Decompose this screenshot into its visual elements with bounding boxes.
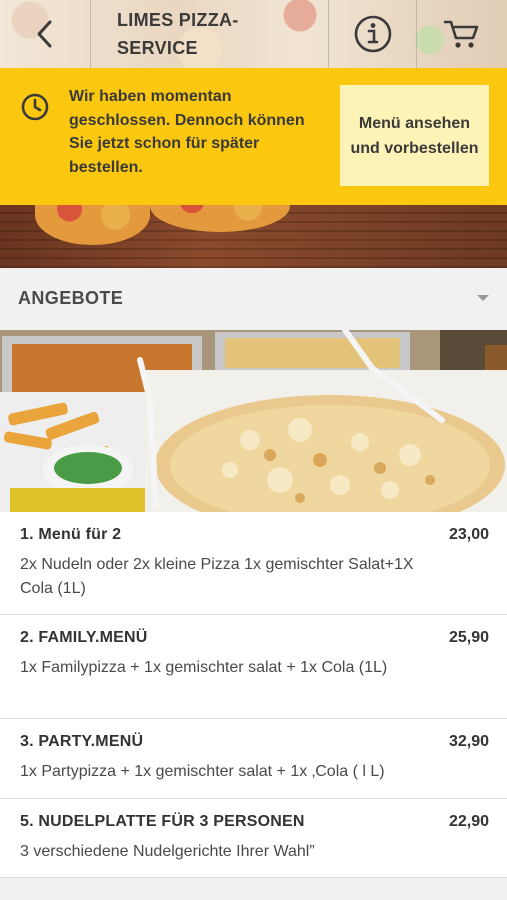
menu-item-price: 22,90 — [448, 813, 489, 830]
menu-item-price: 32,90 — [448, 733, 489, 750]
menu-item-description: 1x Familypizza + 1x gemischter salat + 1… — [20, 659, 388, 676]
menu-item[interactable]: 5. NUDELPLATTE FÜR 3 PERSONEN 22,90 3 ve… — [0, 799, 507, 878]
menu-item[interactable]: 1. Menü für 2 23,00 2x Nudeln oder 2x kl… — [0, 512, 507, 615]
caret-down-icon — [477, 295, 489, 301]
list-footer-spacer — [0, 878, 507, 900]
menu-item-name: 5. NUDELPLATTE FÜR 3 PERSONEN — [20, 813, 305, 830]
clock-icon — [21, 93, 49, 121]
restaurant-title-cell: LIMES PIZZA- SERVICE — [91, 0, 329, 68]
menu-item-price: 23,00 — [448, 526, 489, 543]
chevron-left-icon — [37, 20, 52, 48]
restaurant-title: LIMES PIZZA- SERVICE — [117, 10, 239, 58]
menu-item-description: 2x Nudeln oder 2x kleine Pizza 1x gemisc… — [20, 556, 414, 597]
menu-item-description: 3 verschiedene Nudelgerichte Ihrer Wahl” — [20, 843, 315, 860]
info-button[interactable] — [329, 0, 417, 68]
closed-notice-bar: Wir haben momentan geschlossen. Dennoch … — [0, 68, 507, 205]
info-icon — [354, 15, 391, 53]
menu-item-name: 1. Menü für 2 — [20, 526, 122, 543]
menu-item-name: 2. FAMILY.MENÜ — [20, 629, 148, 646]
category-photo — [0, 330, 507, 512]
view-menu-preorder-button[interactable]: Menü ansehen und vorbestellen — [340, 85, 489, 186]
menu-item-price: 25,90 — [448, 629, 489, 646]
category-label: ANGEBOTE — [18, 288, 124, 308]
menu-item[interactable]: 3. PARTY.MENÜ 32,90 1x Partypizza + 1x g… — [0, 719, 507, 799]
cart-icon — [443, 20, 479, 48]
restaurant-hero-image — [0, 205, 507, 268]
app-header: LIMES PIZZA- SERVICE — [0, 0, 507, 68]
category-photo-illustration — [0, 330, 507, 512]
cart-button[interactable] — [417, 0, 507, 68]
category-header-angebote[interactable]: ANGEBOTE — [0, 268, 507, 330]
back-button[interactable] — [0, 0, 91, 68]
closed-notice-text: Wir haben momentan geschlossen. Dennoch … — [69, 88, 305, 176]
menu-item-name: 3. PARTY.MENÜ — [20, 733, 144, 750]
menu-item-description: 1x Partypizza + 1x gemischter salat + 1x… — [20, 763, 385, 780]
menu-item[interactable]: 2. FAMILY.MENÜ 25,90 1x Familypizza + 1x… — [0, 615, 507, 719]
